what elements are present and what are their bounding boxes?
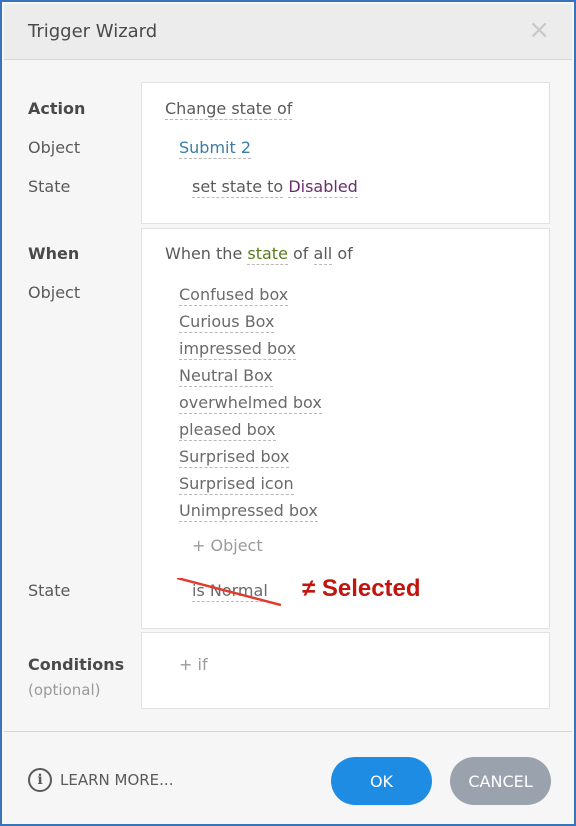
when-object-item[interactable]: Confused box [179,285,289,306]
footer-divider [4,731,572,732]
conditions-optional-label: (optional) [28,681,101,699]
learn-more-link[interactable]: i LEARN MORE... [28,768,173,792]
not-selected-annotation: ≠ Selected [302,575,421,602]
action-object-label: Object [28,138,81,157]
when-object-item[interactable]: overwhelmed box [179,393,322,414]
when-heading: When the state of all of [165,244,353,265]
when-all-selector[interactable]: all [313,244,333,265]
when-object-item[interactable]: Surprised box [179,447,290,468]
when-object-item[interactable]: Neutral Box [179,366,273,387]
when-object-item[interactable]: impressed box [179,339,296,360]
action-object-link[interactable]: Submit 2 [179,138,252,159]
when-object-item[interactable]: Surprised icon [179,474,294,495]
dialog-title: Trigger Wizard [28,21,158,42]
strikethrough-mark [177,578,281,607]
action-state-label: State [28,177,71,196]
when-heading-end: of [337,244,353,263]
cancel-button[interactable]: CANCEL [450,757,551,805]
when-object-item[interactable]: pleased box [179,420,276,441]
when-object-item[interactable]: Unimpressed box [179,501,318,522]
add-object-button[interactable]: + Object [192,536,263,555]
when-heading-pre: When the [165,244,243,263]
set-state-to-text: set state to [192,177,284,198]
info-icon: i [28,768,52,792]
when-label: When [28,244,80,263]
when-object-label: Object [28,283,81,302]
conditions-label: Conditions [28,655,125,674]
when-object-item[interactable]: Curious Box [179,312,275,333]
action-label: Action [28,99,86,118]
dialog-header: Trigger Wizard × [4,4,572,60]
change-state-of-selector[interactable]: Change state of [165,99,293,120]
state-value-disabled[interactable]: Disabled [288,177,358,198]
close-icon[interactable]: × [528,16,550,44]
trigger-wizard-dialog: Trigger Wizard × Action Object State Whe… [0,0,576,826]
ok-button[interactable]: OK [331,757,432,805]
add-if-button[interactable]: + if [179,655,208,674]
when-state-selector[interactable]: state [247,244,288,265]
when-heading-of: of [293,244,309,263]
when-state-label: State [28,581,71,600]
action-state-setter[interactable]: set state to Disabled [192,177,358,198]
learn-more-label: LEARN MORE... [60,771,174,789]
